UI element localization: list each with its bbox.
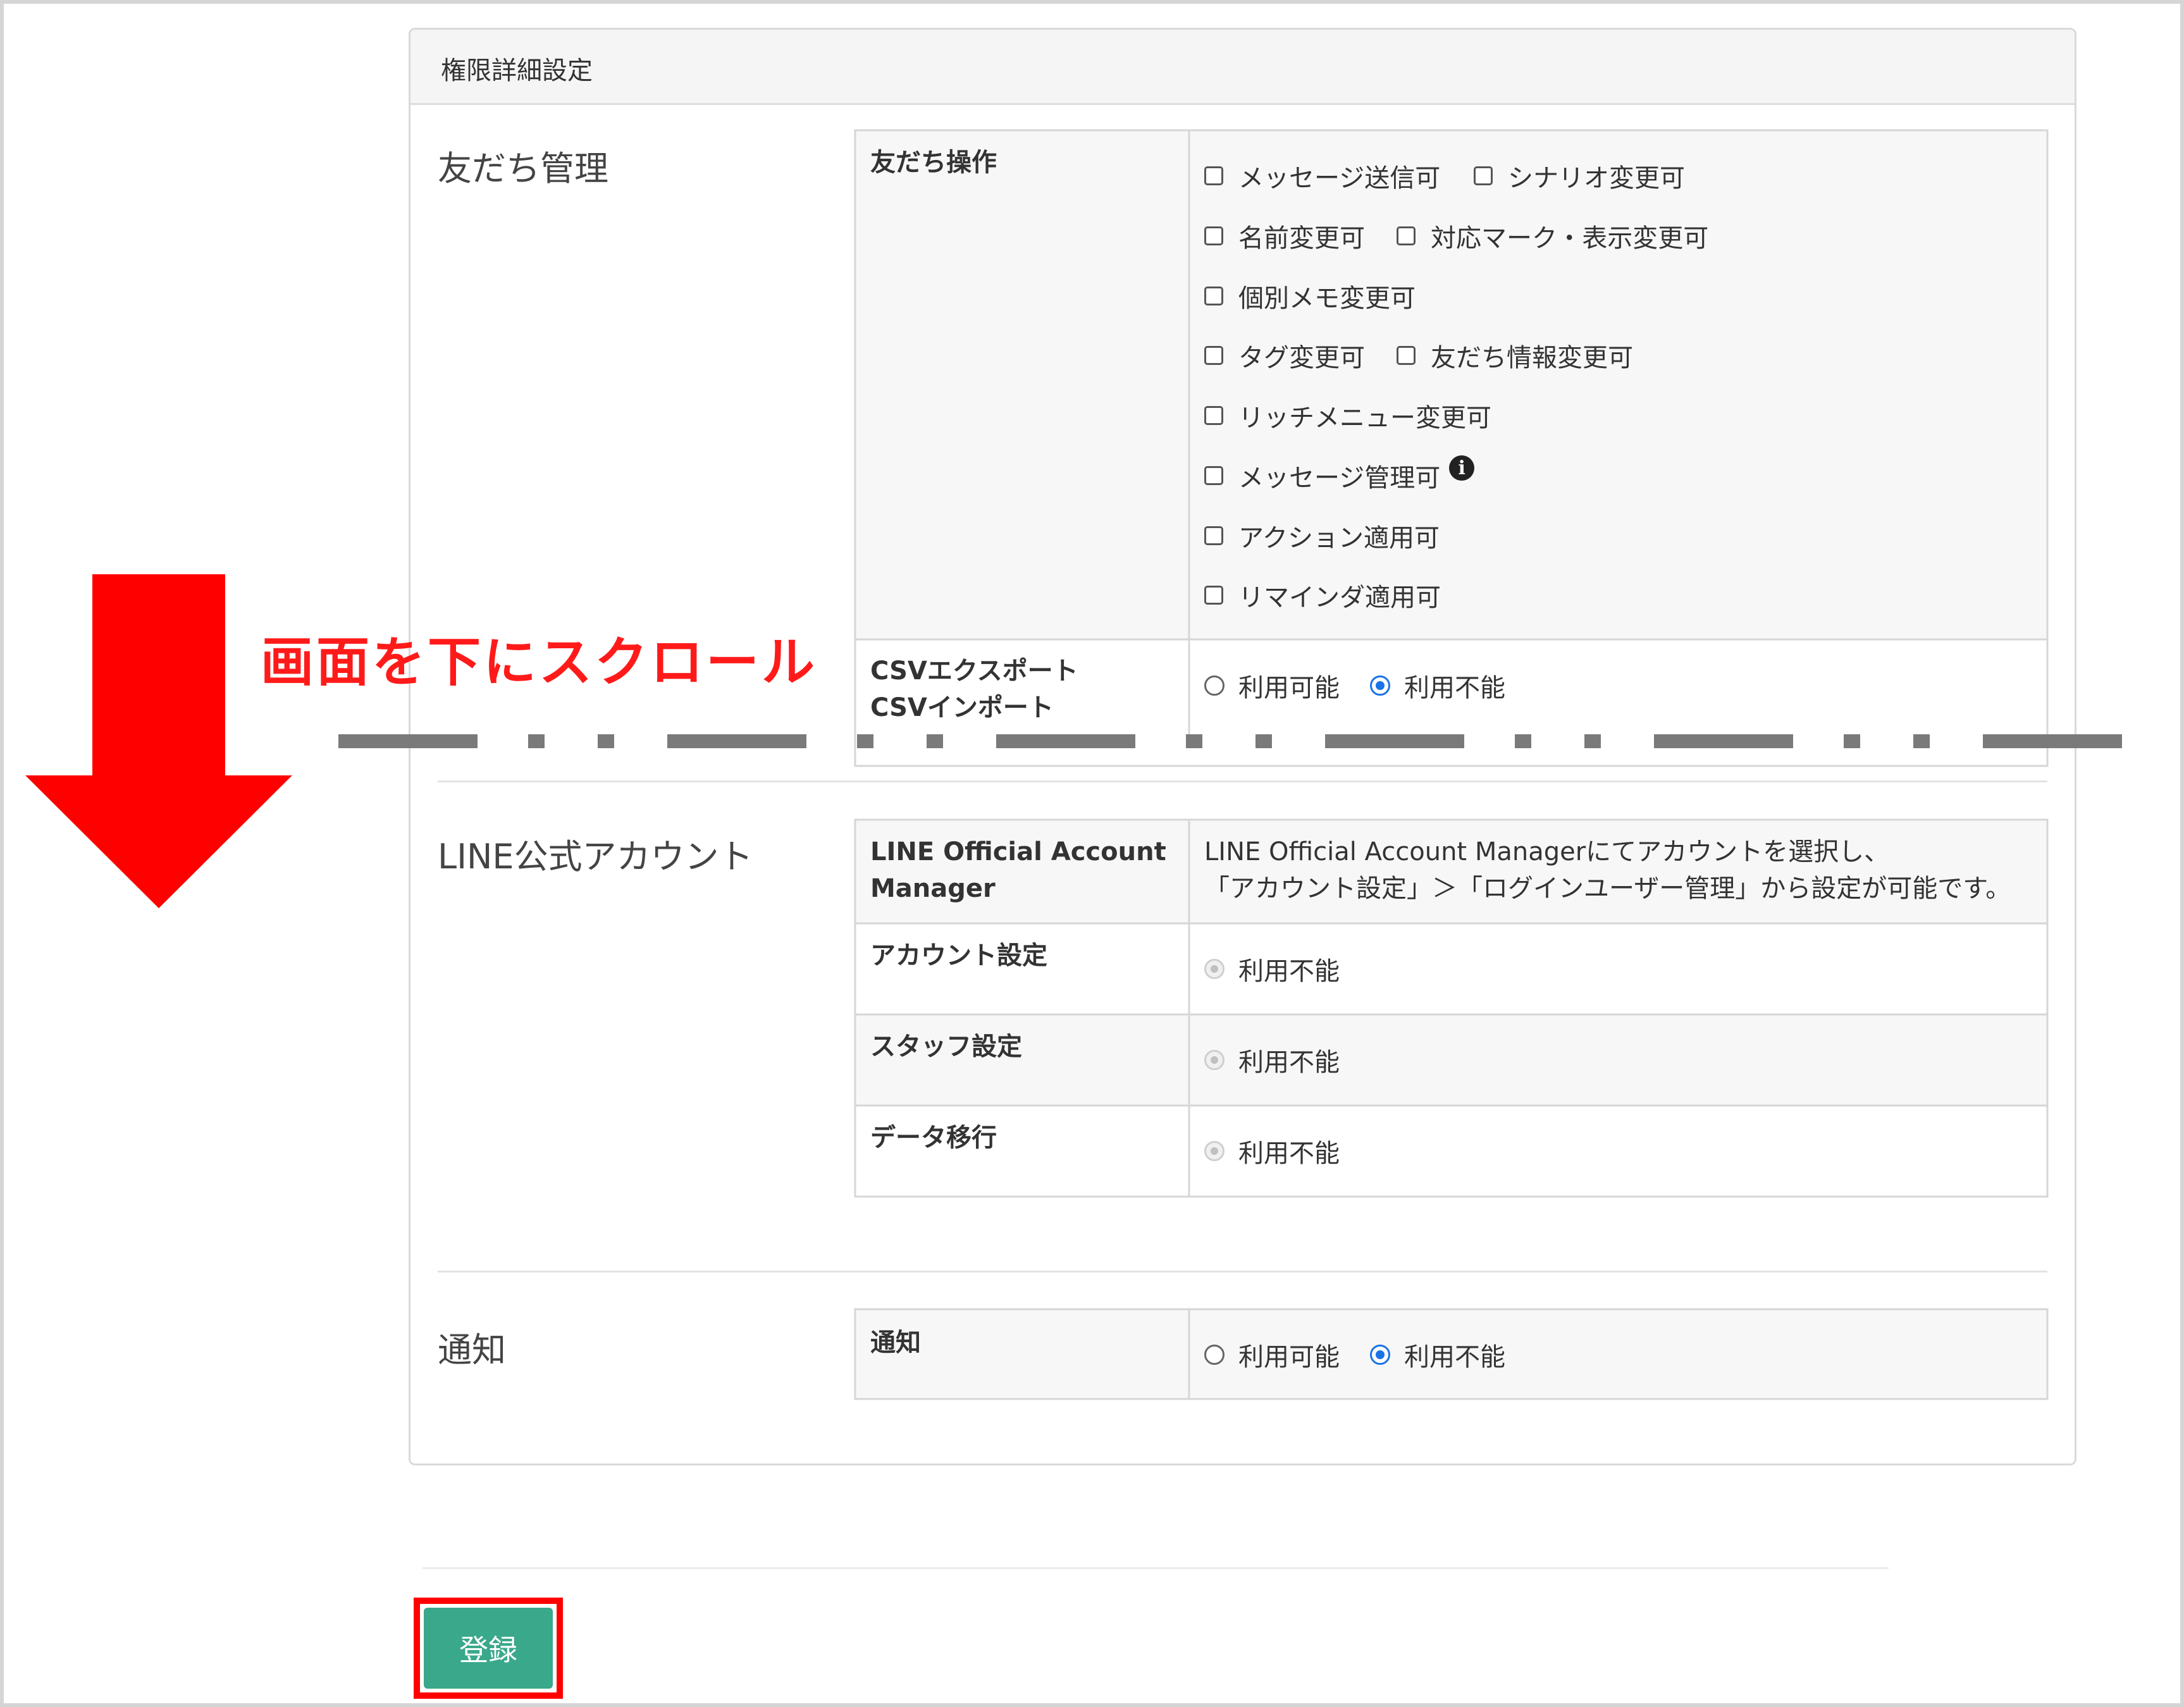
scroll-instruction-text: 画面を下にスクロール [261,631,818,693]
scroll-annotation [25,574,2133,908]
down-arrow-icon [25,574,292,908]
register-button[interactable]: 登録 [424,1608,553,1689]
